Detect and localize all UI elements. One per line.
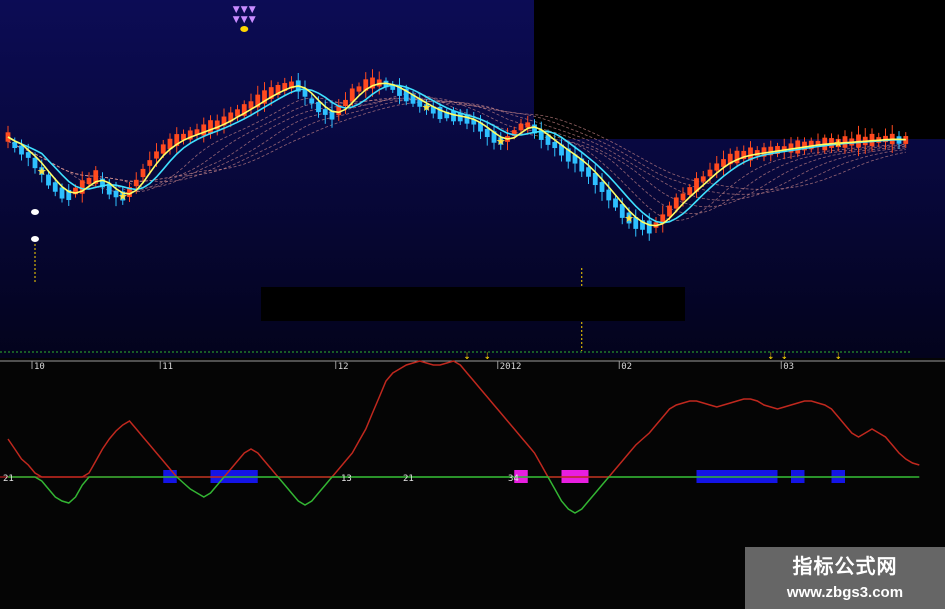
level-label-3: 21 (403, 474, 414, 484)
candle-body (673, 197, 679, 209)
top-signal-mark: ▼ (249, 5, 256, 15)
axis-arrow-mark: ⇣ (780, 352, 788, 362)
candle-body (586, 167, 591, 177)
level-label-1: 21 (3, 474, 14, 484)
candle-body (613, 198, 618, 208)
x-tick-label: 10 (34, 362, 45, 372)
candle-body (525, 122, 531, 128)
candle-body (599, 182, 605, 192)
top-signal-mark: ▼ (233, 15, 240, 25)
x-tick-label: 11 (162, 362, 173, 372)
candle-body (667, 205, 672, 217)
candle-body (46, 174, 51, 186)
candle-body (140, 168, 146, 178)
x-tick-label: 12 (338, 362, 349, 372)
x-tick-label: 03 (783, 362, 794, 372)
star-marker: ★ (496, 135, 506, 148)
candle-body (201, 124, 207, 136)
star-marker: ★ (118, 190, 128, 203)
candle-body (147, 160, 153, 166)
watermark-title: 指标公式网 (792, 554, 898, 578)
candle-body (208, 120, 213, 134)
candle-body (552, 141, 558, 149)
star-marker: ★ (833, 137, 843, 150)
candle-body (714, 163, 720, 171)
bottom-signal-dot (31, 236, 39, 242)
candle-body (322, 109, 328, 115)
candle-body (52, 182, 58, 192)
candle-body (349, 88, 355, 102)
masked-region-top-right (534, 0, 945, 139)
candle-body (12, 141, 18, 149)
star-marker: ★ (422, 101, 432, 114)
candle-body (707, 169, 713, 177)
watermark: 指标公式网 www.zbgs3.com (745, 547, 945, 609)
candle-body (343, 99, 348, 107)
axis-arrow-mark: ⇣ (767, 352, 775, 362)
candle-body (680, 193, 686, 201)
star-marker: ★ (624, 212, 634, 225)
candle-body (687, 187, 693, 195)
candle-body (309, 98, 315, 104)
bottom-signal-dot (31, 209, 39, 215)
candle-body (59, 187, 65, 199)
x-tick-label: 2012 (500, 362, 522, 372)
star-marker: ★ (37, 165, 47, 178)
x-tick-label: 02 (621, 362, 632, 372)
candle-body (25, 152, 31, 158)
axis-arrow-mark: ⇣ (834, 352, 842, 362)
candle-body (700, 176, 706, 182)
axis-arrow-mark: ⇣ (483, 352, 491, 362)
candle-body (518, 123, 524, 131)
stock-chart: ★★★★★★▼▼▼▼▼▼ 10 11 12 2012 02 03⇣ ⇣ ⇣ ⇣ ⇣ 21 13 2… (0, 0, 945, 609)
candle-body (86, 177, 92, 185)
candle-body (302, 89, 308, 97)
candle-body (451, 110, 456, 122)
candle-body (19, 145, 24, 155)
candle-body (646, 220, 652, 234)
top-signal-mark: ▼ (241, 5, 248, 15)
level-label-2: 13 (341, 474, 352, 484)
masked-region-center (261, 287, 685, 321)
candle-body (356, 86, 362, 92)
level-label-4: 34 (508, 474, 519, 484)
top-signal-mark: ▼ (233, 5, 240, 15)
watermark-url: www.zbgs3.com (786, 584, 904, 601)
top-signal-mark: ▼ (249, 15, 256, 25)
top-signal-dot (240, 26, 249, 32)
candle-body (316, 101, 321, 113)
candle-body (154, 151, 159, 159)
candle-body (606, 189, 612, 201)
candle-body (133, 179, 139, 187)
top-signal-mark: ▼ (241, 15, 248, 25)
candle-body (484, 128, 490, 138)
candle-body (160, 144, 166, 154)
axis-arrow-mark: ⇣ (463, 352, 471, 362)
